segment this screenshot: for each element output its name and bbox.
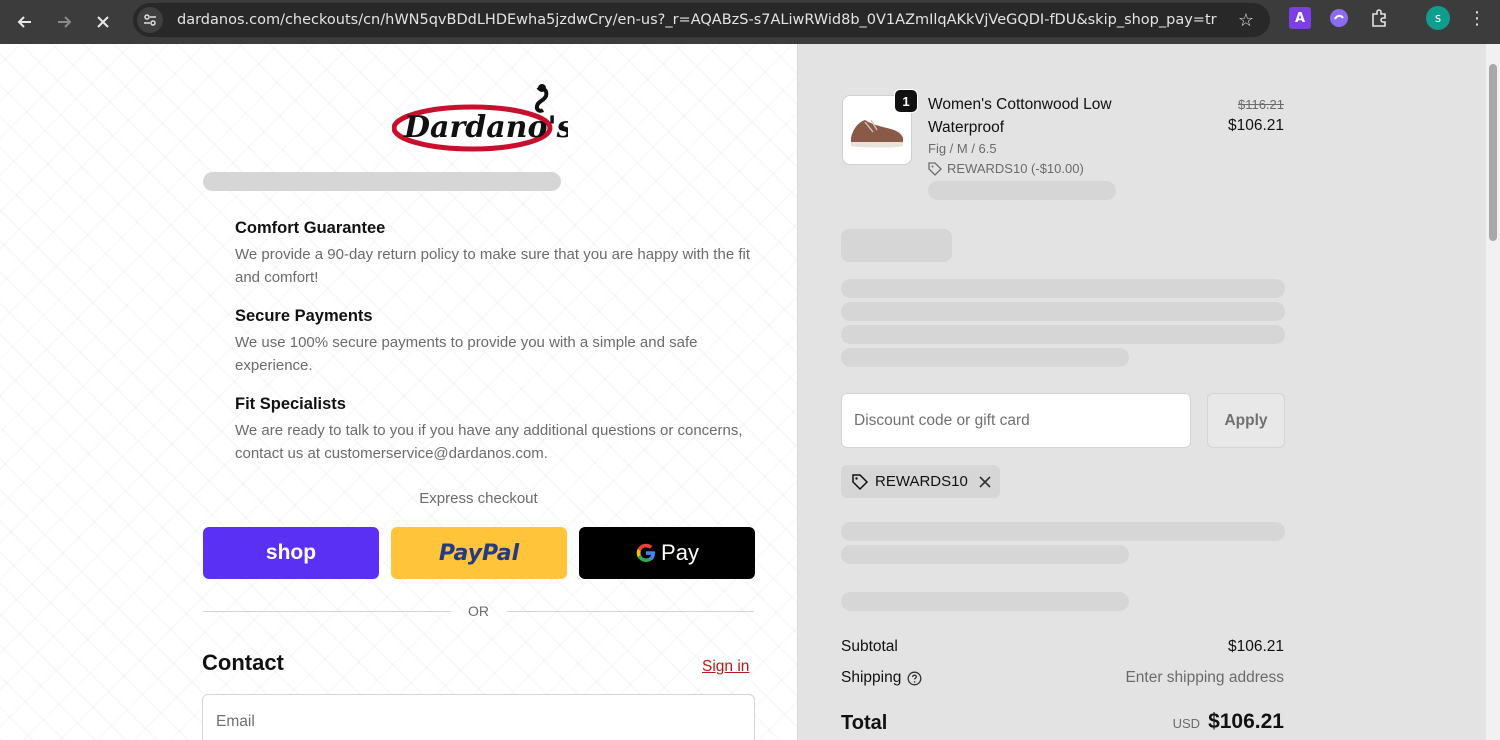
google-pay-button[interactable]: Pay (579, 527, 755, 579)
feature-text-comfort: We provide a 90-day return policy to mak… (235, 246, 750, 286)
shop-pay-button[interactable]: shop (203, 527, 379, 579)
url-text[interactable]: dardanos.com/checkouts/cn/hWN5qvBDdLHDEw… (177, 12, 1217, 28)
loading-placeholder (928, 181, 1116, 200)
shipping-value: Enter shipping address (1125, 669, 1284, 686)
or-divider: OR (203, 601, 754, 621)
site-info-icon[interactable] (137, 7, 163, 33)
loading-placeholder (841, 545, 1129, 564)
tag-icon (851, 473, 869, 491)
subtotal-value: $106.21 (1227, 638, 1284, 655)
product-discount: REWARDS10 (-$10.00) (928, 161, 1084, 176)
shipping-label: Shipping (841, 669, 902, 686)
loading-placeholder (841, 302, 1285, 321)
price-original: $116.21 (1237, 97, 1284, 112)
google-g-icon (635, 542, 657, 564)
paypal-label: PayPal (438, 540, 520, 566)
scrollbar-thumb[interactable] (1489, 64, 1497, 241)
tag-icon (928, 161, 942, 176)
feature-title-secure: Secure Payments (235, 307, 373, 325)
loading-placeholder (841, 279, 1285, 298)
loading-placeholder (841, 348, 1129, 367)
stop-loading-icon[interactable] (87, 6, 119, 38)
extension-swirl-icon[interactable] (1328, 7, 1350, 29)
quantity-badge: 1 (894, 89, 918, 113)
loading-placeholder (841, 229, 952, 262)
feature-title-fit: Fit Specialists (235, 395, 346, 413)
total-value: $106.21 (1208, 710, 1284, 733)
email-field[interactable] (202, 694, 755, 740)
extension-a-icon[interactable]: A (1289, 7, 1311, 29)
order-summary-pane: 1 Women's Cottonwood Low Waterproof Fig … (797, 44, 1486, 740)
loading-placeholder (841, 325, 1285, 344)
express-checkout-label: Express checkout (419, 490, 538, 507)
discount-code-input[interactable] (841, 393, 1191, 448)
shop-pay-label: shop (265, 541, 317, 564)
paypal-button[interactable]: PayPal (391, 527, 567, 579)
bookmark-star-icon[interactable]: ☆ (1238, 10, 1254, 31)
currency-code: USD (1172, 716, 1201, 731)
total-value-group: USD $106.21 (1173, 710, 1284, 734)
extensions-puzzle-icon[interactable] (1368, 7, 1390, 29)
product-variant: Fig / M / 6.5 (928, 141, 997, 156)
remove-discount-icon[interactable] (978, 475, 992, 489)
logo-wordmark: Dardano's (403, 110, 568, 145)
profile-avatar[interactable]: s (1426, 6, 1450, 30)
address-bar[interactable]: dardanos.com/checkouts/cn/hWN5qvBDdLHDEw… (133, 3, 1270, 37)
sign-in-link[interactable]: Sign in (702, 658, 749, 676)
browser-toolbar: dardanos.com/checkouts/cn/hWN5qvBDdLHDEw… (0, 0, 1500, 44)
back-icon[interactable] (9, 6, 41, 38)
checkout-main-pane: Dardano's Comfort Guarantee We provide a… (0, 44, 797, 740)
product-discount-text: REWARDS10 (-$10.00) (947, 161, 1084, 176)
help-circle-icon[interactable] (907, 671, 922, 686)
loading-placeholder (841, 522, 1285, 541)
apply-discount-button[interactable]: Apply (1207, 393, 1285, 448)
price-current: $106.21 (1227, 117, 1284, 134)
subtotal-label: Subtotal (841, 638, 898, 655)
or-text: OR (468, 603, 489, 619)
google-pay-label: Pay (661, 540, 699, 565)
contact-heading: Contact (202, 650, 284, 675)
applied-discount-tag: REWARDS10 (841, 465, 1000, 498)
feature-text-fit: We are ready to talk to you if you have … (235, 422, 743, 462)
forward-icon[interactable] (48, 6, 80, 38)
feature-text-secure: We use 100% secure payments to provide y… (235, 334, 698, 374)
product-name: Women's Cottonwood Low Waterproof (928, 96, 1112, 136)
loading-placeholder (841, 592, 1129, 611)
feature-title-comfort: Comfort Guarantee (235, 219, 386, 237)
shipping-row-label: Shipping (841, 669, 922, 687)
page-scrollbar[interactable] (1486, 44, 1500, 740)
browser-menu-icon[interactable]: ⋮ (1466, 7, 1488, 29)
total-label: Total (841, 712, 888, 734)
dardanos-logo[interactable]: Dardano's (391, 84, 574, 154)
loading-placeholder (203, 172, 561, 191)
applied-discount-code: REWARDS10 (875, 473, 968, 490)
